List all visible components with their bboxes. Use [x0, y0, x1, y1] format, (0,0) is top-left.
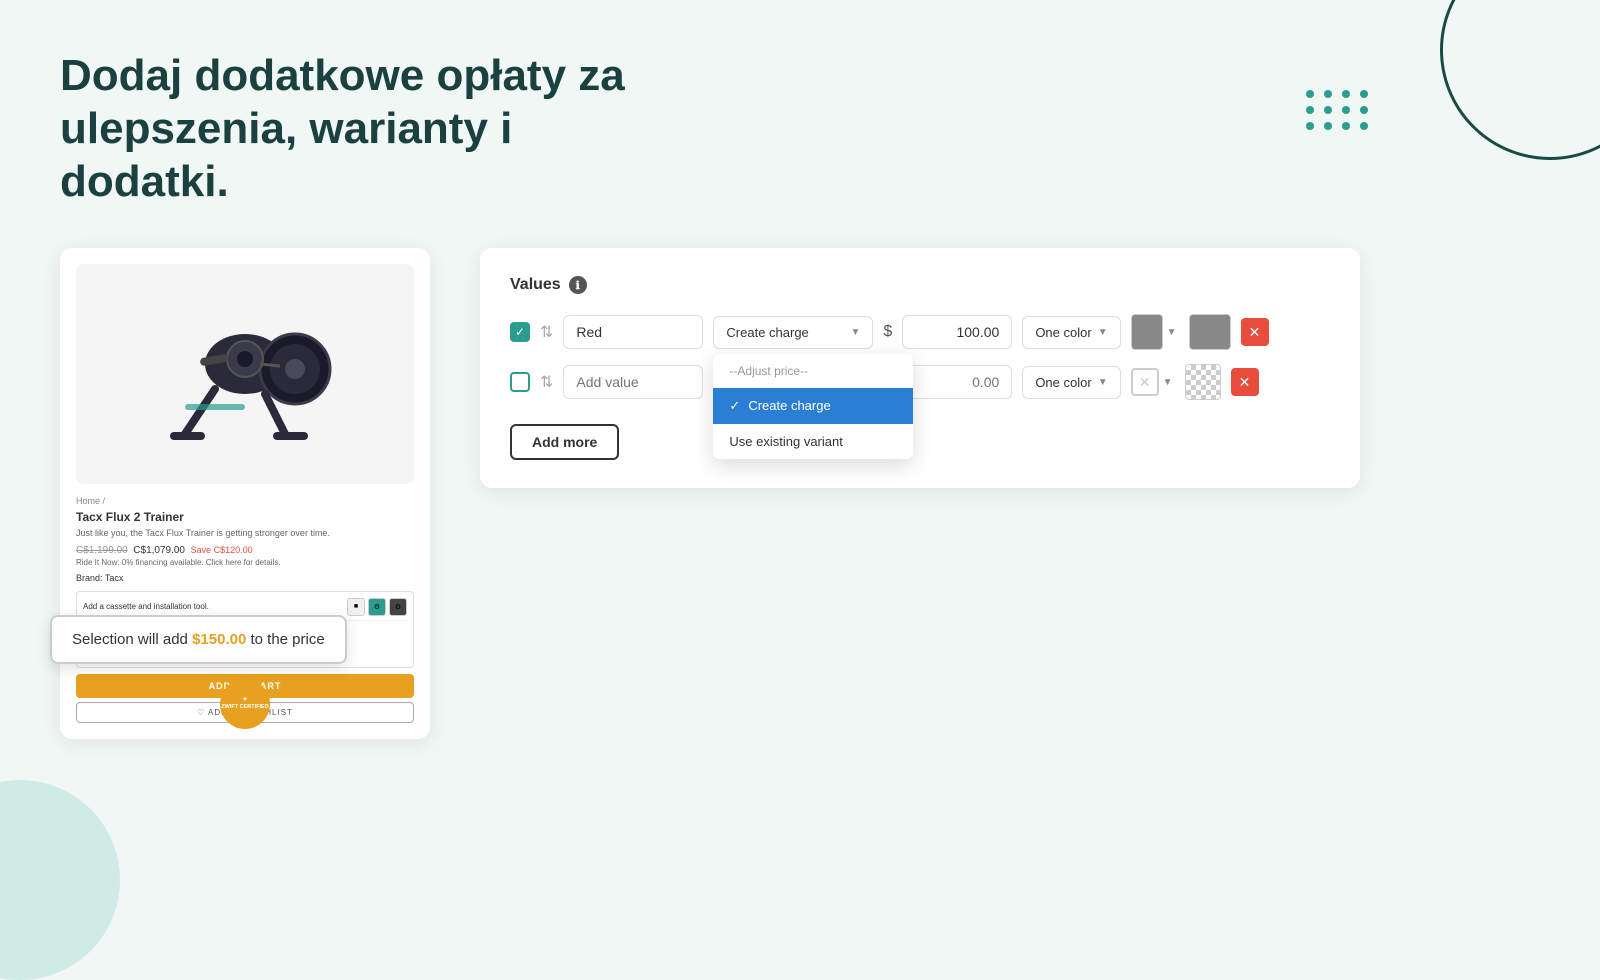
row2-value-input[interactable]: [563, 365, 703, 399]
product-pricing: C$1,199.00 C$1,079.00 Save C$120.00: [76, 545, 414, 556]
row1-dollar: $: [883, 323, 892, 341]
values-title: Values: [510, 276, 561, 294]
row2-color-select[interactable]: One color ▼: [1022, 366, 1120, 399]
dropdown-use-existing[interactable]: Use existing variant: [713, 424, 913, 459]
zwift-badge: ✦ ZWIFT CERTIFIED: [220, 679, 270, 729]
dropdown-create-charge[interactable]: ✓ Create charge: [713, 388, 913, 424]
price-banner: Selection will add $150.00 to the price: [50, 615, 347, 664]
opt-btn-1[interactable]: ■: [347, 598, 365, 616]
row1-value-input[interactable]: [563, 315, 703, 349]
row1-color-preview[interactable]: ▼: [1131, 314, 1179, 350]
product-desc: Just like you, the Tacx Flux Trainer is …: [76, 527, 414, 540]
row1-color-swatch[interactable]: [1189, 314, 1231, 350]
row2-remove-button[interactable]: ✕: [1231, 368, 1259, 396]
dropdown-header: --Adjust price--: [713, 354, 913, 388]
row1-color-box: [1131, 314, 1163, 350]
product-brand: Brand: Tacx: [76, 573, 414, 583]
option-label: Add a cassette and installation tool.: [83, 602, 341, 611]
row1-remove-button[interactable]: ✕: [1241, 318, 1269, 346]
row2-price-input[interactable]: [902, 365, 1012, 399]
product-financing: Ride It Now: 0% financing available. Cli…: [76, 558, 414, 567]
values-panel: Values ℹ ⇅ Create charge ▼ --Adjust pric…: [480, 248, 1360, 488]
value-row-2: ⇅ ▼ $ One color ▼ ✕ ▼: [510, 364, 1330, 400]
trainer-svg: [145, 284, 345, 464]
row1-checkbox[interactable]: [510, 322, 530, 342]
product-image-area: [76, 264, 414, 484]
info-icon[interactable]: ℹ: [569, 276, 587, 294]
headline: Dodaj dodatkowe opłaty za ulepszenia, wa…: [60, 50, 680, 208]
row2-drag-handle[interactable]: ⇅: [540, 372, 553, 392]
row2-pattern-swatch[interactable]: [1185, 364, 1221, 400]
row1-price-input[interactable]: [902, 315, 1012, 349]
product-breadcrumb: Home /: [76, 496, 414, 506]
row1-drag-handle[interactable]: ⇅: [540, 322, 553, 342]
option-buttons: ■ ⚙ ⚙: [347, 598, 407, 616]
row1-color-select[interactable]: One color ▼: [1022, 316, 1120, 349]
row2-checkbox[interactable]: [510, 372, 530, 392]
row1-charge-select[interactable]: Create charge ▼ --Adjust price-- ✓ Creat…: [713, 316, 873, 349]
values-header: Values ℹ: [510, 276, 1330, 294]
add-more-button[interactable]: Add more: [510, 424, 619, 460]
opt-btn-2[interactable]: ⚙: [368, 598, 386, 616]
product-title: Tacx Flux 2 Trainer: [76, 510, 414, 524]
row2-color-preview[interactable]: ✕ ▼: [1131, 368, 1175, 396]
product-card: Home / Tacx Flux 2 Trainer Just like you…: [60, 248, 430, 739]
dropdown-menu: --Adjust price-- ✓ Create charge Use exi…: [713, 354, 913, 459]
opt-btn-3[interactable]: ⚙: [389, 598, 407, 616]
value-row-1: ⇅ Create charge ▼ --Adjust price-- ✓ Cre…: [510, 314, 1330, 350]
row2-no-color-box: ✕: [1131, 368, 1159, 396]
